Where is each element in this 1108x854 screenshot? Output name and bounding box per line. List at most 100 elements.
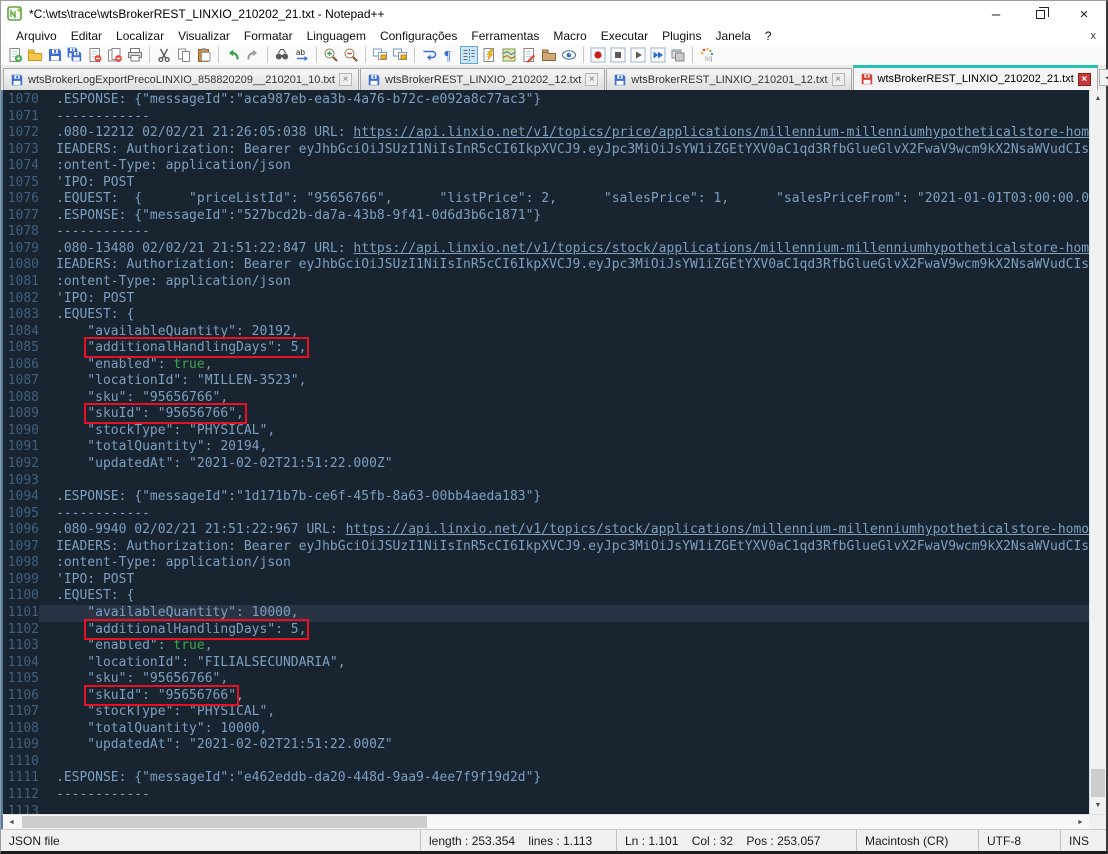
status-encoding[interactable]: UTF-8 <box>978 830 1060 851</box>
editor-line: 1092 "updatedAt": "2021-02-02T21:51:22.0… <box>3 456 1089 473</box>
tab-file[interactable]: wtsBrokerREST_LINXIO_210201_12.txt × <box>606 68 852 90</box>
paste-icon[interactable] <box>195 46 213 64</box>
menu-item-macro[interactable]: Macro <box>546 28 593 44</box>
undo-icon[interactable] <box>224 46 242 64</box>
menu-item-formatar[interactable]: Formatar <box>237 28 300 44</box>
editor-line: 1112 ------------ <box>3 787 1089 804</box>
code-text: , <box>204 638 213 654</box>
tab-file[interactable]: wtsBrokerLogExportPrecoLINXIO_858820209_… <box>3 68 359 90</box>
document-map-icon[interactable] <box>500 46 518 64</box>
horizontal-scrollbar[interactable]: ◄ ► <box>1 814 1106 829</box>
menu-item-executar[interactable]: Executar <box>594 28 655 44</box>
menu-item-localizar[interactable]: Localizar <box>109 28 171 44</box>
macro-play-icon[interactable] <box>629 46 647 64</box>
editor-line: 1113 <box>3 804 1089 814</box>
zoom-out-icon[interactable] <box>342 46 360 64</box>
line-content: :ontent-Type: application/json <box>39 555 1089 572</box>
editor-line: 1076 .EQUEST: { "priceListId": "95656766"… <box>3 191 1089 208</box>
menu-item-?[interactable]: ? <box>758 28 779 44</box>
menu-item-linguagem[interactable]: Linguagem <box>300 28 373 44</box>
find-icon[interactable] <box>273 46 291 64</box>
text-editor[interactable]: 1070 .ESPONSE: {"messageId":"aca987eb-ea3… <box>3 90 1089 814</box>
menu-item-configuraes[interactable]: Configurações <box>373 28 464 44</box>
new-file-icon[interactable] <box>6 46 24 64</box>
code-text: :ontent-Type: application/json <box>56 158 291 174</box>
status-eol-format[interactable]: Macintosh (CR) <box>856 830 978 851</box>
vertical-scrollbar[interactable]: ▲ ▼ <box>1089 90 1106 814</box>
tab-file[interactable]: wtsBrokerREST_LINXIO_210202_12.txt × <box>360 68 606 90</box>
code-text: .080-12212 02/02/21 21:26:05:038 URL: <box>56 125 354 141</box>
function-list-icon[interactable] <box>480 46 498 64</box>
editor-line: 1096.080-9940 02/02/21 21:51:22:967 URL:… <box>3 522 1089 539</box>
code-text: .EQUEST: { "priceListId": "95656766", "l… <box>56 191 1089 207</box>
menu-item-arquivo[interactable]: Arquivo <box>9 28 64 44</box>
code-link[interactable]: https://api.linxio.net/v1/topics/stock/a… <box>346 522 1089 537</box>
horizontal-scroll-thumb[interactable] <box>22 816 427 828</box>
scroll-down-icon[interactable]: ▼ <box>1090 797 1106 814</box>
close-button[interactable]: × <box>1062 1 1106 27</box>
line-content: "stockType": "PHYSICAL", <box>39 423 1089 440</box>
close-all-icon[interactable] <box>106 46 124 64</box>
print-icon[interactable] <box>126 46 144 64</box>
line-number: 1083 <box>7 307 39 323</box>
tab-close-icon[interactable]: × <box>585 73 599 86</box>
code-text: "availableQuantity": 10000, <box>56 604 299 620</box>
menu-item-plugins[interactable]: Plugins <box>655 28 708 44</box>
code-text: .EQUEST: { <box>56 588 135 604</box>
line-content: ------------ <box>39 506 1089 523</box>
line-number: 1113 <box>7 803 39 814</box>
sync-scroll-horizontal-icon[interactable] <box>391 46 409 64</box>
code-text: "totalQuantity": 10000, <box>56 720 268 736</box>
restore-button[interactable] <box>1018 1 1062 27</box>
sq-plugin-icon[interactable]: sq <box>698 46 716 64</box>
project-panel-icon[interactable] <box>520 46 538 64</box>
menu-item-editar[interactable]: Editar <box>64 28 109 44</box>
vertical-scroll-thumb[interactable] <box>1091 769 1105 797</box>
horizontal-scroll-track[interactable] <box>20 815 1072 829</box>
redo-icon[interactable] <box>244 46 262 64</box>
cut-icon[interactable] <box>155 46 173 64</box>
replace-icon[interactable]: ab <box>293 46 311 64</box>
code-text: "totalQuantity": 20194, <box>56 439 268 455</box>
tab-scroll-left-icon[interactable]: ◄ <box>1098 69 1108 86</box>
tab-close-icon[interactable]: × <box>831 73 845 86</box>
toolbar-separator <box>149 47 150 63</box>
tab-close-icon[interactable]: × <box>1077 72 1091 86</box>
sync-scroll-vertical-icon[interactable] <box>371 46 389 64</box>
tab-close-icon[interactable]: × <box>339 73 352 86</box>
copy-icon[interactable] <box>175 46 193 64</box>
minimize-button[interactable]: – <box>974 1 1018 27</box>
save-all-icon[interactable]: >> <box>66 46 84 64</box>
code-link[interactable]: https://api.linxio.net/v1/topics/stock/a… <box>353 241 1089 256</box>
close-file-icon[interactable] <box>86 46 104 64</box>
code-link[interactable]: https://api.linxio.net/v1/topics/price/a… <box>353 125 1089 140</box>
monitoring-icon[interactable] <box>560 46 578 64</box>
menu-item-janela[interactable]: Janela <box>708 28 757 44</box>
macro-stop-icon[interactable] <box>609 46 627 64</box>
menu-item-ferramentas[interactable]: Ferramentas <box>464 28 546 44</box>
macro-record-icon[interactable] <box>589 46 607 64</box>
zoom-in-icon[interactable] <box>322 46 340 64</box>
line-content: 'IPO: POST <box>39 572 1089 589</box>
annotated-code: "skuId": "95656766" <box>84 684 240 706</box>
scroll-up-icon[interactable]: ▲ <box>1090 90 1106 107</box>
scroll-right-icon[interactable]: ► <box>1072 815 1089 829</box>
menu-item-visualizar[interactable]: Visualizar <box>171 28 237 44</box>
scroll-left-icon[interactable]: ◄ <box>3 815 20 829</box>
editor-line: 1079.080-13480 02/02/21 21:51:22:847 URL… <box>3 241 1089 258</box>
folder-as-workspace-icon[interactable] <box>540 46 558 64</box>
menu-close-icon[interactable]: x <box>1091 30 1097 42</box>
line-number: 1084 <box>7 323 39 339</box>
macro-run-multiple-icon[interactable] <box>649 46 667 64</box>
show-all-characters-icon[interactable]: ¶ <box>440 46 458 64</box>
word-wrap-icon[interactable] <box>420 46 438 64</box>
status-insert-mode[interactable]: INS <box>1060 830 1106 851</box>
toolbar-separator <box>414 47 415 63</box>
indent-guide-icon[interactable] <box>460 46 478 64</box>
open-file-icon[interactable] <box>26 46 44 64</box>
macro-save-icon[interactable] <box>669 46 687 64</box>
save-icon[interactable]: > <box>46 46 64 64</box>
line-content: IEADERS: Authorization: Bearer eyJhbGciO… <box>39 539 1089 556</box>
code-text: "stockType": "PHYSICAL", <box>56 422 276 438</box>
tab-active-file[interactable]: wtsBrokerREST_LINXIO_210202_21.txt × <box>852 65 1098 90</box>
